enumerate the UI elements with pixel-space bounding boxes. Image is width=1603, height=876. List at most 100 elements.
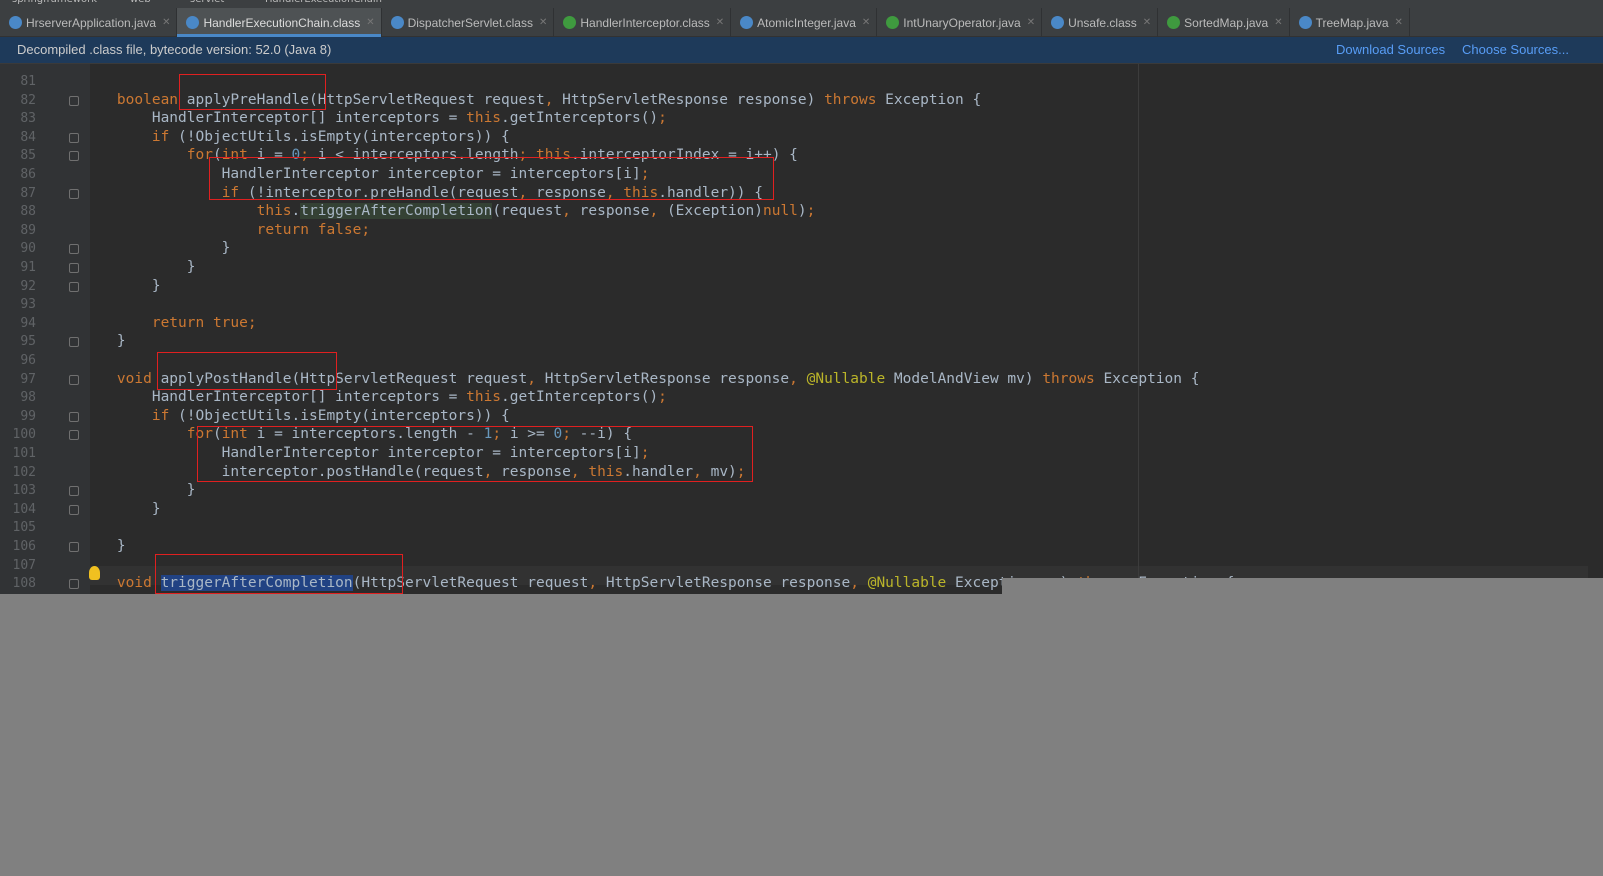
close-icon[interactable]: ✕: [1143, 17, 1151, 28]
code-token: void: [116, 370, 152, 387]
breadcrumb-item[interactable]: servlet: [190, 0, 224, 6]
code-token: boolean: [116, 91, 179, 108]
line-number: 108: [12, 576, 36, 592]
code-token: this: [466, 110, 502, 127]
code-token: ,: [544, 91, 563, 108]
editor-scrollbar[interactable]: [1588, 64, 1603, 594]
line-number: 97: [20, 371, 36, 387]
code-token: (request: [492, 203, 563, 220]
choose-sources-link[interactable]: Choose Sources...: [1462, 42, 1569, 57]
code-line: }: [82, 258, 196, 277]
fold-icon[interactable]: [69, 579, 79, 590]
tab-atomicinteger-java[interactable]: AtomicInteger.java ✕: [731, 8, 878, 37]
code-token: }: [82, 240, 231, 257]
code-token: null: [762, 203, 798, 220]
fold-icon[interactable]: [69, 374, 79, 385]
code-token: HandlerInterceptor[] interceptors =: [82, 110, 467, 127]
code-line: this.triggerAfterCompletion(request, res…: [82, 202, 815, 221]
fold-icon[interactable]: [69, 151, 79, 162]
code-token: void: [116, 575, 152, 592]
line-number: 102: [12, 464, 36, 480]
tab-dispatcherservlet-class[interactable]: DispatcherServlet.class ✕: [382, 8, 555, 37]
download-sources-link[interactable]: Download Sources: [1336, 42, 1445, 57]
breadcrumb: springframework web servlet HandlerExecutio…: [0, 0, 1603, 8]
tab-sortedmap-java[interactable]: SortedMap.java ✕: [1158, 8, 1290, 37]
code-token: HttpServletResponse response): [562, 91, 825, 108]
code-token: .getInterceptors(): [501, 110, 659, 127]
fold-icon[interactable]: [69, 188, 79, 199]
tab-handlerinterceptor-class[interactable]: HandlerInterceptor.class ✕: [554, 8, 732, 37]
code-line: }: [82, 277, 161, 296]
decompiled-message: Decompiled .class file, bytecode version…: [17, 42, 332, 57]
tab-hrserverapplication-java[interactable]: HrserverApplication.java ✕: [0, 8, 178, 37]
code-token: return true;: [151, 314, 257, 331]
tab-treemap-java[interactable]: TreeMap.java ✕: [1290, 8, 1410, 37]
tab-intunaryoperator-java[interactable]: IntUnaryOperator.java ✕: [877, 8, 1043, 37]
close-icon[interactable]: ✕: [366, 17, 374, 28]
file-type-icon: [740, 16, 754, 29]
code-line: }: [82, 332, 126, 351]
line-number: 94: [20, 315, 36, 331]
code-token: .getInterceptors(): [501, 389, 659, 406]
line-number: 105: [12, 520, 36, 536]
line-number: 82: [20, 92, 36, 108]
fold-icon[interactable]: [69, 95, 79, 106]
fold-icon[interactable]: [69, 411, 79, 422]
line-number: 106: [12, 539, 36, 554]
close-icon[interactable]: ✕: [539, 17, 547, 28]
code-token: HandlerInterceptor[] interceptors =: [82, 389, 467, 406]
code-token: Exception {: [1103, 370, 1200, 387]
lightbulb-icon[interactable]: [89, 566, 100, 580]
line-number: 93: [20, 297, 36, 313]
tab-label: DispatcherServlet.class: [407, 15, 533, 30]
breadcrumb-item[interactable]: springframework: [12, 0, 97, 6]
tab-handlerexecutionchain-class[interactable]: HandlerExecutionChain.class ✕: [177, 8, 382, 37]
code-token: response: [579, 203, 650, 220]
code-line: }: [82, 537, 126, 556]
code-token: Exception {: [885, 91, 982, 108]
line-number: 84: [20, 129, 36, 145]
fold-icon[interactable]: [69, 542, 79, 552]
fold-icon[interactable]: [69, 244, 79, 255]
fold-icon[interactable]: [69, 504, 79, 515]
code-token: triggerAfterCompletion: [300, 203, 493, 220]
line-number: 99: [20, 408, 36, 424]
code-token: throws: [824, 91, 886, 108]
fold-icon[interactable]: [69, 132, 79, 143]
fold-icon[interactable]: [69, 430, 79, 441]
close-icon[interactable]: ✕: [862, 17, 870, 28]
file-type-icon: [1298, 16, 1312, 29]
highlight-box-posthandle-loop: [197, 426, 753, 482]
breadcrumb-item[interactable]: HandlerExecutionChain: [265, 0, 382, 6]
close-icon[interactable]: ✕: [1395, 17, 1403, 28]
breadcrumb-item[interactable]: web: [130, 0, 151, 6]
close-icon[interactable]: ✕: [716, 17, 724, 28]
close-icon[interactable]: ✕: [162, 17, 170, 28]
fold-icon[interactable]: [69, 337, 79, 348]
code-token: (!ObjectUtils.isEmpty(interceptors)) {: [178, 407, 510, 424]
code-token: }: [82, 277, 161, 294]
fold-icon[interactable]: [69, 281, 79, 292]
code-token: this: [466, 389, 502, 406]
code-token: (Exception): [666, 203, 763, 220]
code-line: return false;: [82, 221, 371, 240]
code-token: ,: [649, 203, 667, 220]
line-number: 96: [20, 353, 36, 368]
highlight-box-applyprehandle: [179, 74, 326, 110]
code-token: }: [82, 500, 161, 517]
tab-unsafe-class[interactable]: Unsafe.class ✕: [1042, 8, 1159, 37]
tab-label: IntUnaryOperator.java: [903, 15, 1021, 30]
fold-icon[interactable]: [69, 486, 79, 497]
close-icon[interactable]: ✕: [1274, 17, 1282, 28]
close-icon[interactable]: ✕: [1027, 17, 1035, 28]
line-number: 85: [20, 148, 36, 164]
line-number: 83: [20, 111, 36, 127]
fold-icon[interactable]: [69, 263, 79, 273]
code-token: ;: [806, 203, 816, 220]
